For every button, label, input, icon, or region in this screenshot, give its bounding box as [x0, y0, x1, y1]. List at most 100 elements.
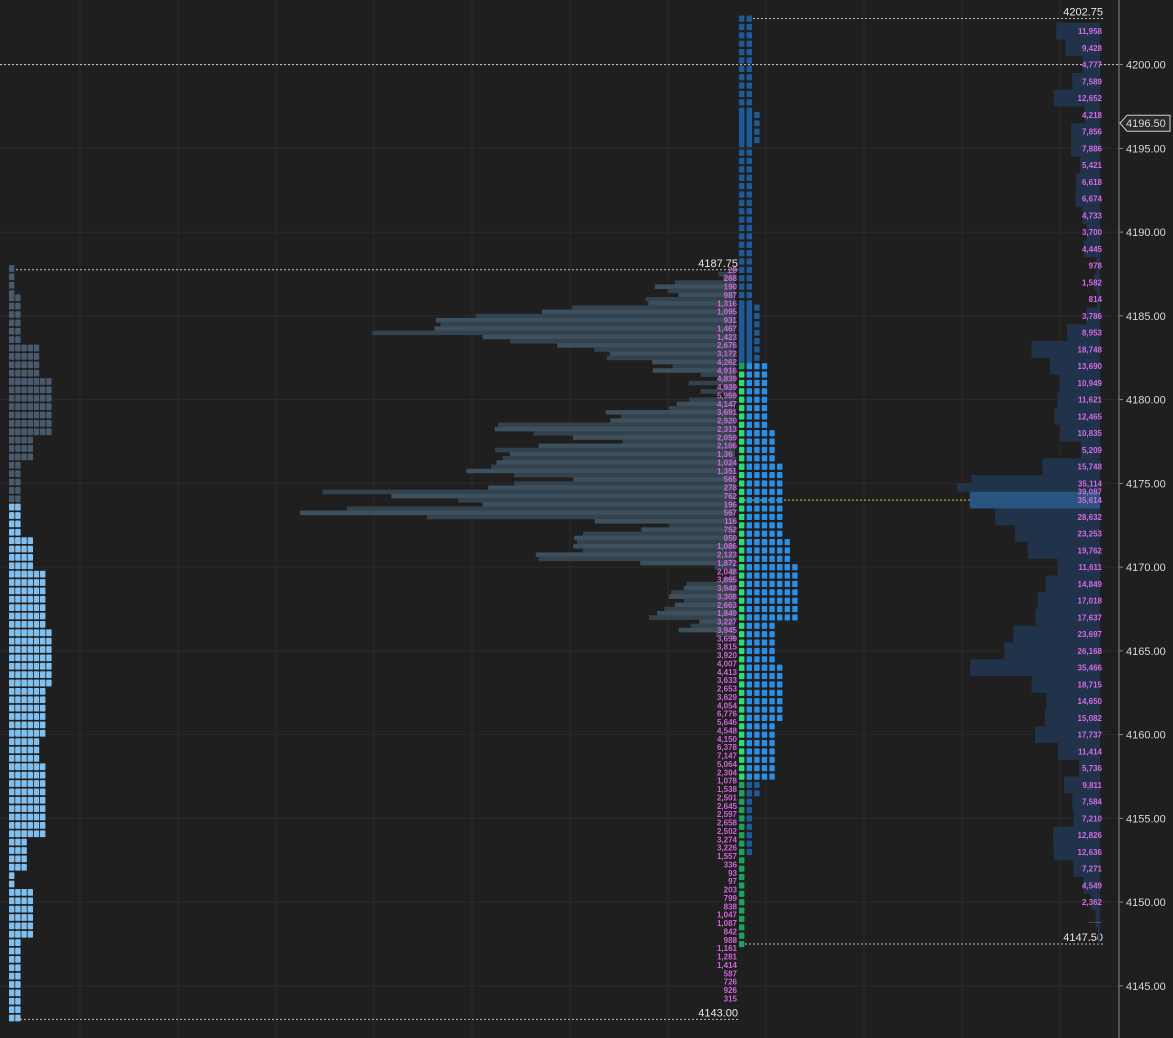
center-tpo-block	[739, 731, 745, 738]
total-volume-label: 10,949	[1078, 379, 1103, 388]
center-tpo-block	[784, 547, 790, 554]
left-tpo-block	[15, 922, 21, 930]
left-tpo-block	[15, 847, 21, 854]
center-tpo-block	[739, 672, 745, 680]
center-tpo-block	[754, 589, 760, 596]
center-tpo-block	[754, 421, 760, 428]
center-tpo-block	[754, 731, 760, 738]
center-tpo-block	[761, 555, 768, 562]
center-tpo-block	[761, 656, 768, 663]
total-volume-label: 19,762	[1078, 546, 1103, 555]
left-tpo-block	[15, 947, 21, 955]
left-tpo-block	[9, 822, 15, 829]
center-tpo-single-block	[739, 250, 745, 257]
left-tpo-block	[40, 662, 46, 670]
total-volume-label: 3,700	[1082, 228, 1103, 237]
left-tpo-block	[21, 654, 27, 662]
left-tpo-block	[9, 579, 15, 586]
center-tpo-block	[761, 547, 768, 554]
session-volume-bar	[594, 518, 735, 524]
left-tpo-block	[9, 914, 15, 921]
left-tpo-block	[15, 905, 21, 913]
total-volume-label: 11,414	[1078, 747, 1103, 756]
left-tpo-block	[15, 830, 21, 838]
center-tpo-single-block	[739, 174, 745, 181]
center-tpo-block	[769, 672, 775, 680]
left-tpo-block	[33, 780, 40, 787]
left-tpo-block	[21, 403, 27, 411]
left-tpo-block	[27, 662, 33, 670]
left-tpo-block	[21, 897, 27, 905]
left-tpo-block	[27, 897, 33, 905]
price-axis[interactable]: 4200.00 4195.00 4190.00 4185.00 4180.00 4175.…	[1118, 0, 1171, 1038]
session-volume-bar	[509, 451, 735, 457]
center-tpo-block	[739, 363, 745, 370]
center-tpo-block	[739, 463, 745, 470]
center-tpo-single-block	[739, 291, 745, 299]
left-tpo-block	[46, 662, 52, 670]
center-tpo-block	[761, 480, 768, 487]
left-tpo-block	[40, 688, 46, 695]
left-tpo-block	[21, 420, 27, 427]
left-tpo-block	[33, 688, 40, 695]
center-tpo-block	[739, 698, 745, 705]
left-tpo-block	[46, 637, 52, 645]
center-tpo-block	[746, 555, 752, 562]
center-tpo-single-block	[746, 354, 752, 361]
left-tpo-block	[27, 914, 33, 921]
left-tpo-block	[33, 738, 40, 746]
session-volume-bar	[582, 531, 735, 537]
total-volume-label: 978	[1089, 262, 1103, 271]
center-tpo-block	[746, 547, 752, 554]
session-volume-bar	[573, 544, 735, 549]
left-tpo-block	[9, 436, 15, 444]
session-volume-bar	[513, 472, 735, 478]
left-tpo-block	[40, 805, 46, 813]
center-tpo-block	[746, 631, 752, 638]
center-tpo-block	[777, 672, 783, 680]
center-tpo-block	[739, 890, 745, 897]
center-tpo-block	[777, 614, 783, 621]
center-tpo-single-block	[739, 216, 745, 223]
total-volume-label: 12,826	[1078, 831, 1103, 840]
center-tpo-block	[777, 555, 783, 562]
center-tpo-single-block	[739, 241, 745, 248]
left-tpo-block	[9, 679, 15, 687]
center-tpo-block	[761, 421, 768, 428]
total-volume-label: 23,697	[1078, 630, 1103, 639]
center-tpo-block	[746, 388, 752, 395]
left-tpo-block	[33, 696, 40, 704]
center-tpo-block	[761, 698, 768, 705]
center-tpo-block	[761, 748, 768, 755]
left-tpo-block	[9, 696, 15, 704]
center-tpo-block	[754, 497, 760, 504]
center-tpo-block	[761, 672, 768, 680]
left-tpo-block	[9, 487, 15, 494]
left-tpo-block	[33, 369, 40, 377]
session-volume-bar	[488, 485, 735, 491]
center-tpo-single-block	[739, 183, 745, 190]
center-tpo-single-block	[746, 216, 752, 223]
center-tpo-block	[761, 714, 768, 722]
left-tpo-block	[15, 520, 21, 528]
center-tpo-block	[739, 899, 745, 906]
left-tpo-block	[9, 838, 15, 846]
center-tpo-block	[754, 656, 760, 663]
left-tpo-block	[9, 420, 15, 427]
left-tpo-block	[27, 788, 33, 796]
left-tpo-block	[15, 344, 21, 352]
total-volume-label: 4,549	[1082, 881, 1103, 890]
center-tpo-block	[739, 505, 745, 512]
center-tpo-block	[739, 371, 745, 378]
left-tpo-block	[27, 746, 33, 754]
left-tpo-block	[21, 679, 27, 687]
left-tpo-block	[9, 470, 15, 478]
center-tpo-block	[777, 714, 783, 722]
center-tpo-block	[761, 379, 768, 387]
total-volume-label: 4,733	[1082, 211, 1103, 220]
total-volume-label: 4,777	[1082, 61, 1103, 70]
center-tpo-block	[746, 463, 752, 470]
left-tpo-block	[21, 889, 27, 896]
center-tpo-block	[739, 404, 745, 412]
center-tpo-block	[754, 597, 760, 604]
